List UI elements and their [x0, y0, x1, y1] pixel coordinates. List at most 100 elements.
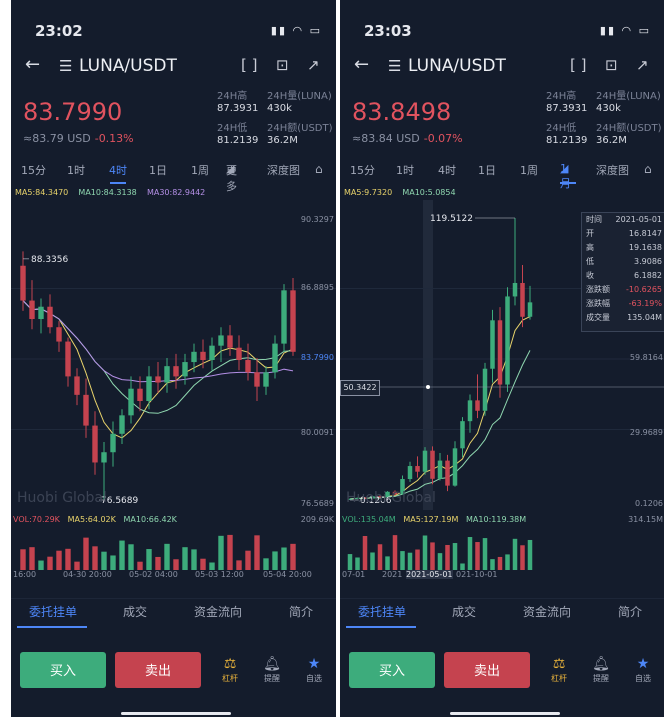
- buy-button[interactable]: 买入: [20, 652, 106, 688]
- volume-bar: [119, 540, 125, 570]
- tooltip-row: 涨跌幅 -63.19%: [582, 297, 664, 311]
- sell-button[interactable]: 卖出: [115, 652, 201, 688]
- tab-1w[interactable]: 1周: [191, 162, 209, 178]
- ohlc-tooltip: 时间 2021-05-01 开 16.8147 高 19.1638 低 3.9086 收 6.18…: [581, 212, 664, 332]
- volume-bars-right: [347, 535, 533, 570]
- tab-15m[interactable]: 15分: [21, 162, 46, 178]
- x-label: 05-03 12:00: [195, 570, 244, 579]
- status-bar: 23:02 ▮▮ ◠ ▭: [11, 0, 336, 50]
- tab-1d[interactable]: 1日: [149, 162, 167, 178]
- volume-bar: [146, 549, 152, 570]
- tab-1h[interactable]: 1时: [67, 162, 85, 178]
- back-arrow-icon[interactable]: ←: [25, 54, 40, 75]
- menu-icon[interactable]: ☰: [388, 57, 401, 75]
- kline-chart-left[interactable]: 90.3297 86.8895 83.7990 80.0091 76.5689 88.33…: [11, 200, 336, 510]
- x-label: 05-02 04:00: [129, 570, 178, 579]
- sell-button[interactable]: 卖出: [444, 652, 530, 688]
- volume-bar: [355, 557, 360, 570]
- volume-bar: [254, 535, 260, 570]
- chart-settings-icon[interactable]: ⌂: [315, 162, 323, 176]
- stat-24h-volume: 24H量(LUNA) 430k: [596, 91, 661, 114]
- volume-bar: [110, 555, 116, 570]
- crosshair-dot: [426, 385, 430, 389]
- tab-1h[interactable]: 1时: [396, 162, 414, 178]
- volume-bar: [74, 561, 80, 570]
- candle-body: [245, 360, 251, 373]
- share-icon[interactable]: ↗: [636, 56, 649, 74]
- volume-bar: [437, 553, 443, 570]
- vol-ma10-value: MA10:66.42K: [123, 515, 177, 524]
- fullscreen-icon[interactable]: [ ]: [241, 56, 257, 74]
- candle-body: [254, 372, 260, 387]
- chart-settings-icon[interactable]: ⌂: [644, 162, 652, 176]
- tab-1w[interactable]: 1周: [520, 162, 538, 178]
- x-label: 16:00: [13, 570, 37, 579]
- tab-4h[interactable]: 4时: [438, 162, 456, 178]
- fullscreen-icon[interactable]: [ ]: [570, 56, 586, 74]
- volume-bar: [520, 545, 525, 570]
- candle-body: [407, 466, 413, 480]
- tab-4h[interactable]: 4时: [109, 162, 127, 178]
- grid-lines: [11, 288, 336, 430]
- candle-body: [218, 335, 224, 346]
- dropdown-caret-icon: ◢: [560, 162, 569, 175]
- y-axis-label: 90.3297: [301, 215, 334, 224]
- alert-action[interactable]: 🔔︎ 提醒: [586, 655, 616, 684]
- share-icon[interactable]: ↗: [307, 56, 320, 74]
- trading-pair-title[interactable]: LUNA/USDT: [408, 56, 506, 76]
- screenshot-icon[interactable]: ⊡: [605, 56, 618, 74]
- bottom-tabs: 委托挂单 成交 资金流向 简介: [340, 598, 664, 631]
- tooltip-row: 低 3.9086: [582, 255, 664, 269]
- stat-24h-low: 24H低 81.2139: [546, 123, 588, 146]
- volume-bar: [218, 535, 224, 570]
- x-axis: 07-01 2021 2021-05-01 021-10-01: [340, 570, 664, 582]
- tab-open-orders[interactable]: 委托挂单: [29, 603, 77, 620]
- volume-bar: [392, 535, 398, 570]
- margin-action[interactable]: ⚖ 杠杆: [544, 655, 574, 684]
- stat-24h-volume: 24H量(LUNA) 430k: [267, 91, 332, 114]
- top-bar: ← ☰ LUNA/USDT [ ] ⊡ ↗: [11, 52, 336, 82]
- x-label: 2021: [382, 570, 403, 579]
- screenshot-icon[interactable]: ⊡: [276, 56, 289, 74]
- home-indicator[interactable]: [450, 712, 560, 715]
- tab-1d[interactable]: 1日: [478, 162, 496, 178]
- tab-open-orders[interactable]: 委托挂单: [358, 603, 406, 620]
- tab-15m[interactable]: 15分: [350, 162, 375, 178]
- margin-action[interactable]: ⚖ 杠杆: [215, 655, 245, 684]
- volume-bar: [263, 558, 269, 570]
- alert-action[interactable]: 🔔︎ 提醒: [257, 655, 287, 684]
- tab-trades[interactable]: 成交: [123, 603, 147, 620]
- candle-body: [263, 372, 269, 387]
- tab-capital-flow[interactable]: 资金流向: [523, 603, 571, 620]
- volume-bar: [400, 551, 405, 570]
- volume-bar: [236, 560, 242, 570]
- buy-button[interactable]: 买入: [349, 652, 435, 688]
- y-axis-label: 29.9689: [630, 428, 663, 437]
- favorite-action[interactable]: ★ 自选: [628, 655, 658, 684]
- star-icon: ★: [636, 656, 650, 672]
- tab-capital-flow[interactable]: 资金流向: [194, 603, 242, 620]
- vol-max-label: 314.15M: [628, 515, 663, 524]
- menu-icon[interactable]: ☰: [59, 57, 72, 75]
- tab-depth[interactable]: 深度图: [596, 162, 629, 178]
- volume-bar: [347, 554, 353, 570]
- x-label: 07-01: [342, 570, 366, 579]
- dropdown-caret-icon: ◢: [226, 162, 235, 175]
- y-axis-label: 86.8895: [301, 283, 334, 292]
- trading-pair-title[interactable]: LUNA/USDT: [79, 56, 177, 76]
- volume-bar: [182, 547, 188, 570]
- interval-tabs: 15分 1时 4时 1日 1周 1月◢ 深度图 ⌂: [340, 162, 664, 190]
- tab-intro[interactable]: 简介: [289, 603, 313, 620]
- back-arrow-icon[interactable]: ←: [354, 54, 369, 75]
- tab-depth[interactable]: 深度图: [267, 162, 300, 178]
- home-indicator[interactable]: [121, 712, 231, 715]
- status-time: 23:02: [35, 22, 83, 40]
- candle-body: [56, 327, 62, 342]
- candle-body: [146, 376, 152, 401]
- candle-body: [38, 306, 44, 320]
- favorite-action[interactable]: ★ 自选: [299, 655, 329, 684]
- tab-intro[interactable]: 简介: [618, 603, 642, 620]
- volume-bar: [505, 554, 510, 570]
- tab-trades[interactable]: 成交: [452, 603, 476, 620]
- active-tab-underline: [560, 182, 576, 184]
